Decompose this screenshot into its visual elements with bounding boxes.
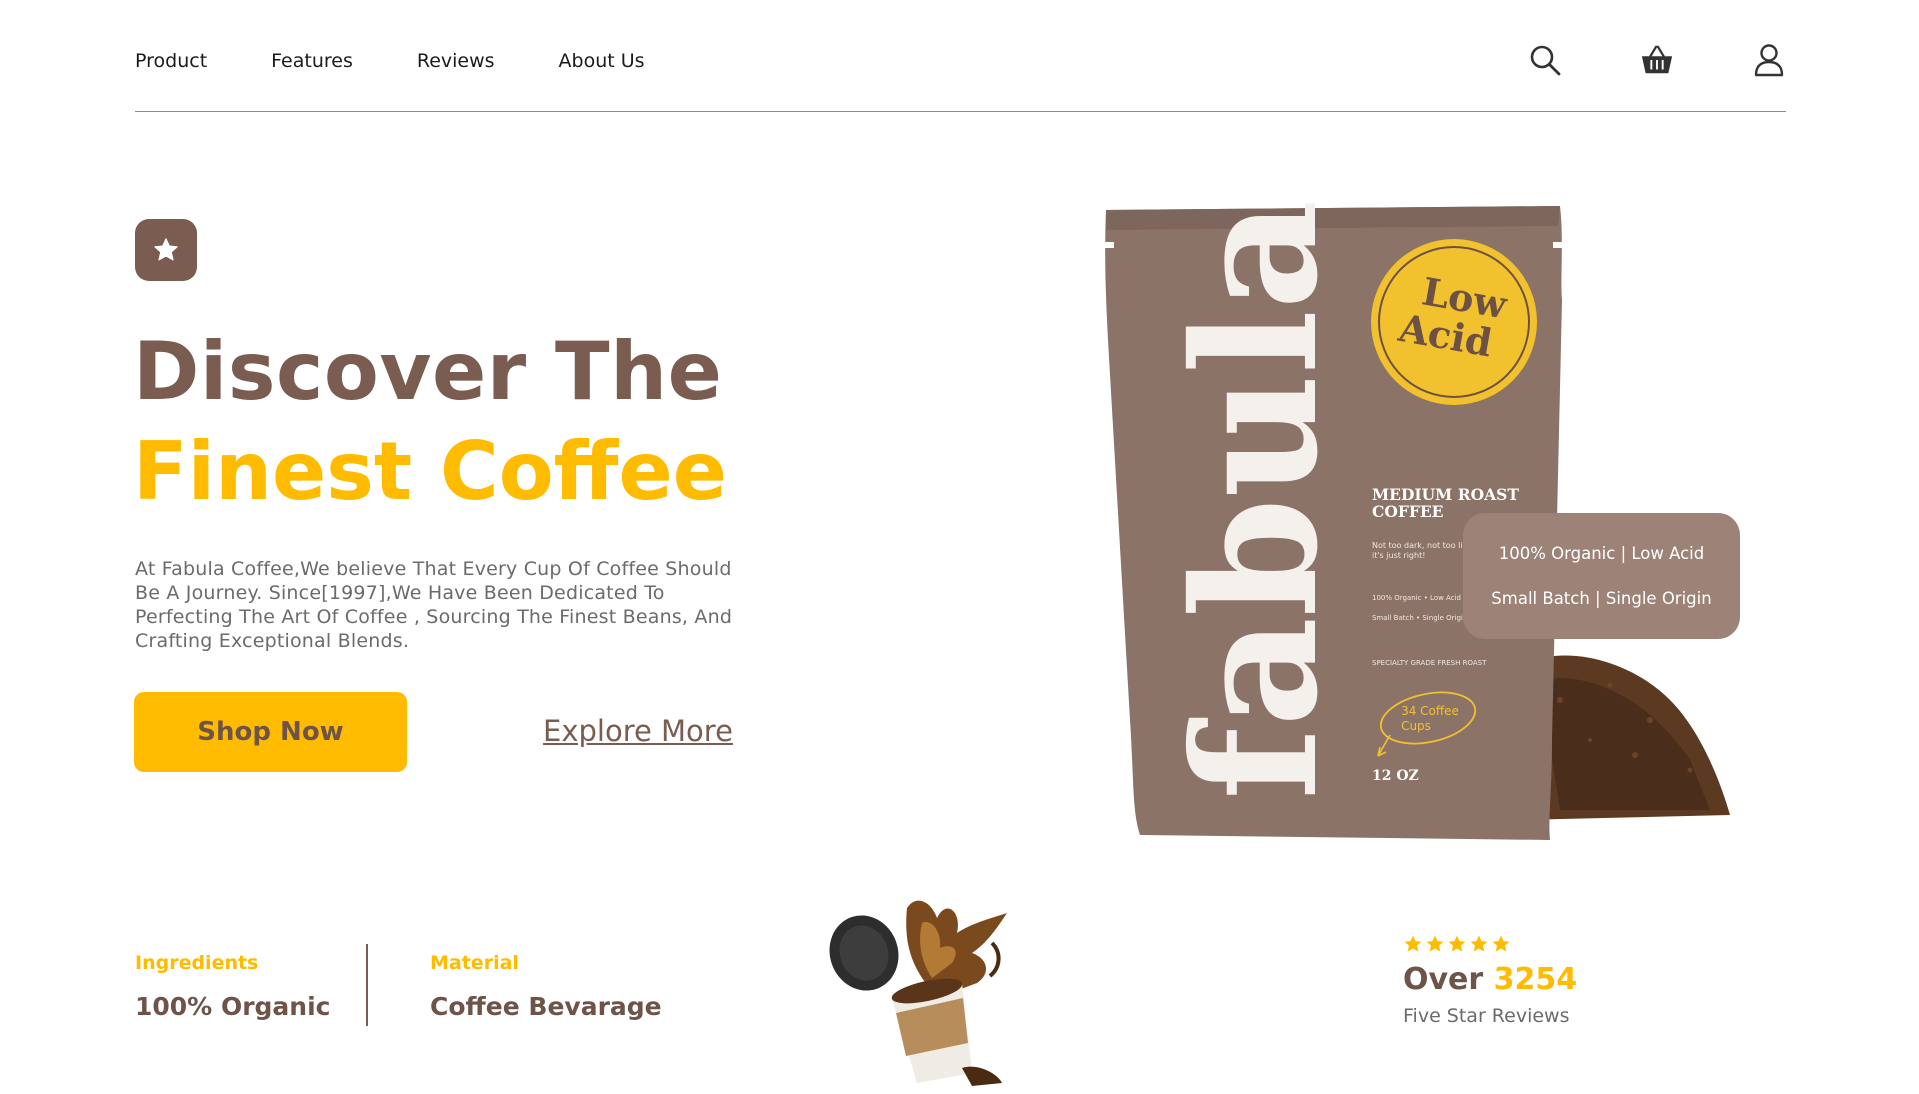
nav-link-about-us[interactable]: About Us — [559, 50, 645, 72]
review-count: Over 3254 — [1403, 962, 1577, 997]
bag-cups-1: 34 Coffee — [1401, 704, 1459, 718]
reviews-summary: Over 3254 Five Star Reviews — [1403, 934, 1577, 1027]
bag-tagline-2: it's just right! — [1372, 551, 1425, 560]
bag-tagline-1: Not too dark, not too light — [1372, 541, 1476, 550]
star-icon — [1492, 935, 1510, 952]
star-icon — [1448, 935, 1466, 952]
hero-headline: Discover The Finest Coffee — [133, 322, 727, 522]
star-icon — [154, 238, 178, 261]
nav-link-product[interactable]: Product — [135, 50, 207, 72]
bag-small-2: Small Batch • Single Origin — [1372, 614, 1467, 622]
star-icon — [1470, 935, 1488, 952]
headline-line1: Discover The — [133, 325, 723, 418]
review-prefix: Over — [1403, 962, 1484, 997]
search-icon[interactable] — [1528, 43, 1562, 77]
hero-description: At Fabula Coffee,We believe That Every C… — [135, 558, 733, 652]
explore-more-link[interactable]: Explore More — [543, 714, 733, 748]
coffee-cup-image — [822, 888, 1042, 1088]
nav-link-reviews[interactable]: Reviews — [417, 50, 495, 72]
stat-ingredients: Ingredients 100% Organic — [135, 952, 330, 1021]
nav-icons — [1528, 43, 1786, 77]
bag-weight: 12 OZ — [1372, 768, 1419, 784]
review-caption: Five Star Reviews — [1403, 1005, 1570, 1027]
nav-link-features[interactable]: Features — [271, 50, 353, 72]
bag-cups-2: Cups — [1401, 719, 1431, 733]
review-number: 3254 — [1493, 962, 1578, 997]
bag-grade: SPECIALTY GRADE FRESH ROAST — [1372, 659, 1487, 667]
ingredients-label: Ingredients — [135, 952, 259, 974]
star-icon — [1426, 935, 1444, 952]
material-label: Material — [430, 952, 519, 974]
rating-stars — [1403, 934, 1577, 954]
feature-card: 100% Organic | Low Acid Small Batch | Si… — [1463, 513, 1740, 639]
nav-links: Product Features Reviews About Us — [135, 50, 709, 72]
star-badge — [135, 219, 197, 281]
shop-now-button[interactable]: Shop Now — [134, 692, 407, 772]
bag-small-1: 100% Organic • Low Acid — [1372, 594, 1461, 602]
roast-text-2: COFFEE — [1372, 502, 1444, 521]
basket-icon[interactable] — [1640, 43, 1674, 77]
feature-line-2: Small Batch | Single Origin — [1491, 589, 1712, 608]
material-value: Coffee Bevarage — [430, 992, 662, 1021]
bag-brand-text: fabula — [1156, 200, 1356, 800]
headline-finest: Finest — [133, 425, 413, 518]
feature-line-1: 100% Organic | Low Acid — [1498, 544, 1705, 563]
ingredients-value: 100% Organic — [135, 992, 331, 1021]
headline-coffee: Coffee — [440, 425, 727, 518]
headline-line2: Finest Coffee — [133, 422, 727, 522]
stat-material: Material Coffee Bevarage — [430, 952, 662, 1021]
user-icon[interactable] — [1752, 43, 1786, 77]
star-icon — [1404, 935, 1422, 952]
stat-divider — [366, 944, 368, 1026]
top-navigation: Product Features Reviews About Us — [135, 36, 1786, 112]
